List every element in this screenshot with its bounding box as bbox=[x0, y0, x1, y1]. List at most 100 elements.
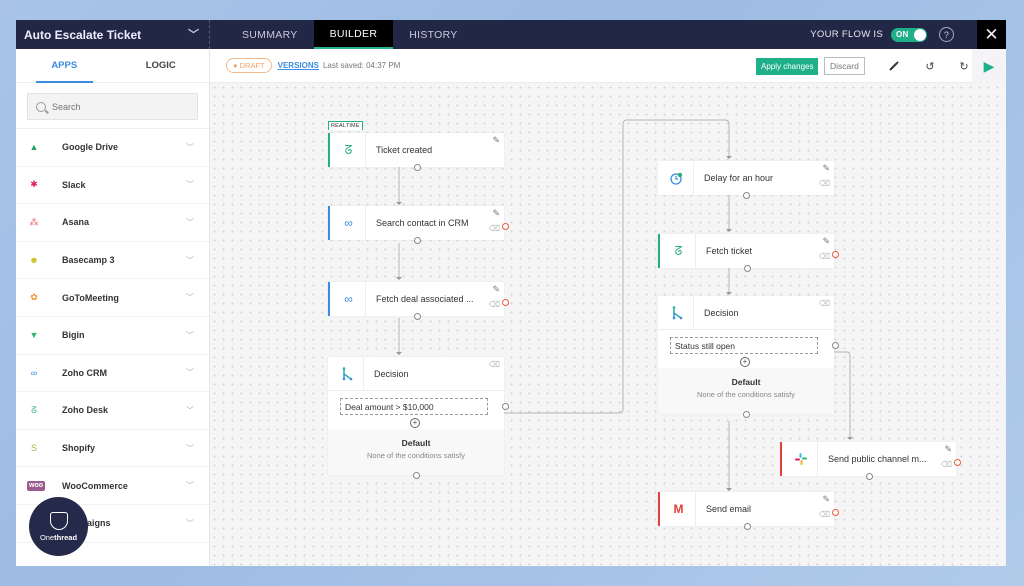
action-node-search-contact[interactable]: ∞ Search contact in CRM ✎ ⌫ bbox=[328, 206, 509, 244]
decision-branch-icon bbox=[660, 295, 694, 330]
trash-icon[interactable]: ⌫ bbox=[941, 460, 952, 469]
flow-selector[interactable]: Auto Escalate Ticket ﹀ bbox=[16, 20, 210, 49]
brand-name: Onethread bbox=[40, 533, 77, 542]
tab-builder[interactable]: BUILDER bbox=[313, 20, 394, 49]
output-port[interactable] bbox=[413, 164, 421, 171]
node-glyph: ∞ bbox=[344, 292, 353, 306]
bigin-icon: ▼ bbox=[29, 330, 39, 341]
trash-icon[interactable]: ⌫ bbox=[819, 299, 830, 308]
output-port[interactable] bbox=[412, 472, 420, 479]
condition-output-port[interactable] bbox=[502, 403, 509, 410]
tab-summary[interactable]: SUMMARY bbox=[226, 20, 314, 49]
zoho-crm-icon: ∞ bbox=[332, 206, 366, 240]
builder-toolbar: ● DRAFT VERSIONS Last saved: 04:37 PM Ap… bbox=[210, 49, 1006, 83]
output-port[interactable] bbox=[742, 411, 750, 418]
condition-output-port[interactable] bbox=[832, 342, 839, 349]
sidebar-app-item[interactable]: ✱ Slack ﹀ bbox=[16, 167, 209, 205]
chevron-down-icon[interactable]: ﹀ bbox=[186, 292, 194, 303]
chevron-down-icon[interactable]: ﹀ bbox=[186, 217, 194, 228]
output-port[interactable] bbox=[743, 523, 751, 530]
brand-name-bold: thread bbox=[54, 532, 78, 542]
add-condition-icon[interactable]: + bbox=[740, 357, 750, 367]
decision-node-2[interactable]: Decision ⌫ Status still open + Default N… bbox=[658, 295, 839, 418]
redo-icon[interactable]: ↻ bbox=[956, 58, 972, 74]
sidebar-app-item[interactable]: ✿ GoToMeeting ﹀ bbox=[16, 279, 209, 317]
default-branch[interactable]: Default None of the conditions satisfy bbox=[328, 429, 504, 479]
chevron-down-icon[interactable]: ﹀ bbox=[186, 405, 194, 416]
chevron-down-icon[interactable]: ﹀ bbox=[186, 443, 194, 454]
search-input[interactable] bbox=[52, 101, 192, 112]
action-node-send-email[interactable]: M Send email ✎ ⌫ bbox=[658, 492, 839, 530]
sidebar-tab-apps[interactable]: APPS bbox=[16, 49, 113, 83]
edit-icon[interactable]: ✎ bbox=[944, 444, 952, 455]
sidebar-app-item[interactable]: S Shopify ﹀ bbox=[16, 430, 209, 468]
node-label: Send public channel m... bbox=[828, 454, 927, 464]
default-title: Default bbox=[731, 377, 761, 387]
run-button[interactable]: ▶ bbox=[972, 49, 1006, 83]
edit-icon[interactable]: ✎ bbox=[492, 135, 500, 146]
add-condition-icon[interactable]: + bbox=[410, 418, 420, 428]
undo-icon[interactable]: ↺ bbox=[922, 58, 938, 74]
decision-node-1[interactable]: Decision ⌫ Deal amount > $10,000 + Defau… bbox=[328, 356, 509, 479]
chevron-down-icon[interactable]: ﹀ bbox=[186, 480, 194, 491]
chevron-down-icon[interactable]: ﹀ bbox=[186, 179, 194, 190]
sidebar-app-item[interactable]: ☻ Basecamp 3 ﹀ bbox=[16, 242, 209, 280]
node-label: Fetch deal associated ... bbox=[376, 294, 474, 304]
edit-icon[interactable]: ✎ bbox=[822, 163, 830, 174]
trigger-node-ticket-created[interactable]: ᘔ Ticket created ✎ bbox=[328, 133, 504, 171]
sidebar-app-item[interactable]: ∞ Zoho CRM ﹀ bbox=[16, 355, 209, 393]
sidebar-app-item[interactable]: ▼ Bigin ﹀ bbox=[16, 317, 209, 355]
help-icon[interactable]: ? bbox=[939, 27, 954, 42]
chevron-down-icon[interactable]: ﹀ bbox=[186, 142, 194, 153]
condition-box[interactable]: Status still open bbox=[670, 337, 818, 354]
app-label: Shopify bbox=[62, 443, 95, 454]
sidebar-app-item[interactable]: ▲ Google Drive ﹀ bbox=[16, 129, 209, 167]
draft-badge: ● DRAFT bbox=[226, 58, 272, 73]
flow-toggle[interactable]: ON bbox=[891, 27, 927, 42]
chevron-down-icon[interactable]: ﹀ bbox=[186, 255, 194, 266]
sidebar-tabs: APPS LOGIC bbox=[16, 49, 209, 83]
tab-history[interactable]: HISTORY bbox=[393, 20, 473, 49]
output-port[interactable] bbox=[742, 192, 750, 199]
trash-icon[interactable]: ⌫ bbox=[819, 179, 830, 188]
versions-link[interactable]: VERSIONS bbox=[278, 61, 319, 70]
action-node-fetch-deal[interactable]: ∞ Fetch deal associated ... ✎ ⌫ bbox=[328, 282, 509, 320]
edit-icon[interactable]: ✎ bbox=[492, 208, 500, 219]
discard-button[interactable]: Discard bbox=[824, 57, 865, 75]
chevron-down-icon[interactable]: ﹀ bbox=[186, 367, 194, 378]
sidebar-app-item[interactable]: ⁂ Asana ﹀ bbox=[16, 204, 209, 242]
trash-icon[interactable]: ⌫ bbox=[489, 360, 500, 369]
app-label: Asana bbox=[62, 217, 90, 228]
action-node-delay[interactable]: Delay for an hour ✎ ⌫ bbox=[658, 161, 834, 199]
edit-icon[interactable]: ✎ bbox=[822, 494, 830, 505]
trash-icon[interactable]: ⌫ bbox=[819, 510, 830, 519]
error-indicator bbox=[832, 509, 839, 516]
condition-box[interactable]: Deal amount > $10,000 bbox=[340, 398, 488, 415]
chevron-down-icon[interactable]: ﹀ bbox=[186, 330, 194, 341]
sidebar-tab-logic[interactable]: LOGIC bbox=[113, 49, 210, 82]
trash-icon[interactable]: ⌫ bbox=[819, 252, 830, 261]
sidebar: APPS LOGIC ▲Google Drive﹀✱Slack﹀⁂Asana﹀☻… bbox=[16, 49, 210, 566]
edit-icon[interactable]: ✎ bbox=[492, 284, 500, 295]
asana-icon: ⁂ bbox=[29, 216, 39, 227]
sidebar-app-item[interactable]: ᘔ Zoho Desk ﹀ bbox=[16, 392, 209, 430]
action-node-send-slack[interactable]: Send public channel m... ✎ ⌫ bbox=[780, 442, 961, 480]
app-label: Zoho Desk bbox=[62, 405, 109, 416]
action-node-fetch-ticket[interactable]: ᘔ Fetch ticket ✎ ⌫ bbox=[658, 234, 839, 272]
output-port[interactable] bbox=[865, 473, 873, 480]
arrow-head bbox=[726, 229, 732, 232]
clock-icon bbox=[660, 161, 694, 195]
trash-icon[interactable]: ⌫ bbox=[489, 300, 500, 309]
flow-canvas[interactable]: REALTIME ᘔ Ticket created ✎ ∞ Search con… bbox=[210, 83, 1006, 566]
edit-icon[interactable]: ✎ bbox=[822, 236, 830, 247]
arrow-head bbox=[726, 156, 732, 159]
chevron-down-icon[interactable]: ﹀ bbox=[186, 518, 194, 529]
close-button[interactable]: ✕ bbox=[977, 20, 1006, 49]
output-port[interactable] bbox=[413, 313, 421, 320]
magic-wand-icon[interactable] bbox=[886, 58, 902, 74]
output-port[interactable] bbox=[413, 237, 421, 244]
trash-icon[interactable]: ⌫ bbox=[489, 224, 500, 233]
apply-changes-button[interactable]: Apply changes bbox=[756, 58, 819, 75]
output-port[interactable] bbox=[743, 265, 751, 272]
default-branch[interactable]: Default None of the conditions satisfy bbox=[658, 368, 834, 418]
